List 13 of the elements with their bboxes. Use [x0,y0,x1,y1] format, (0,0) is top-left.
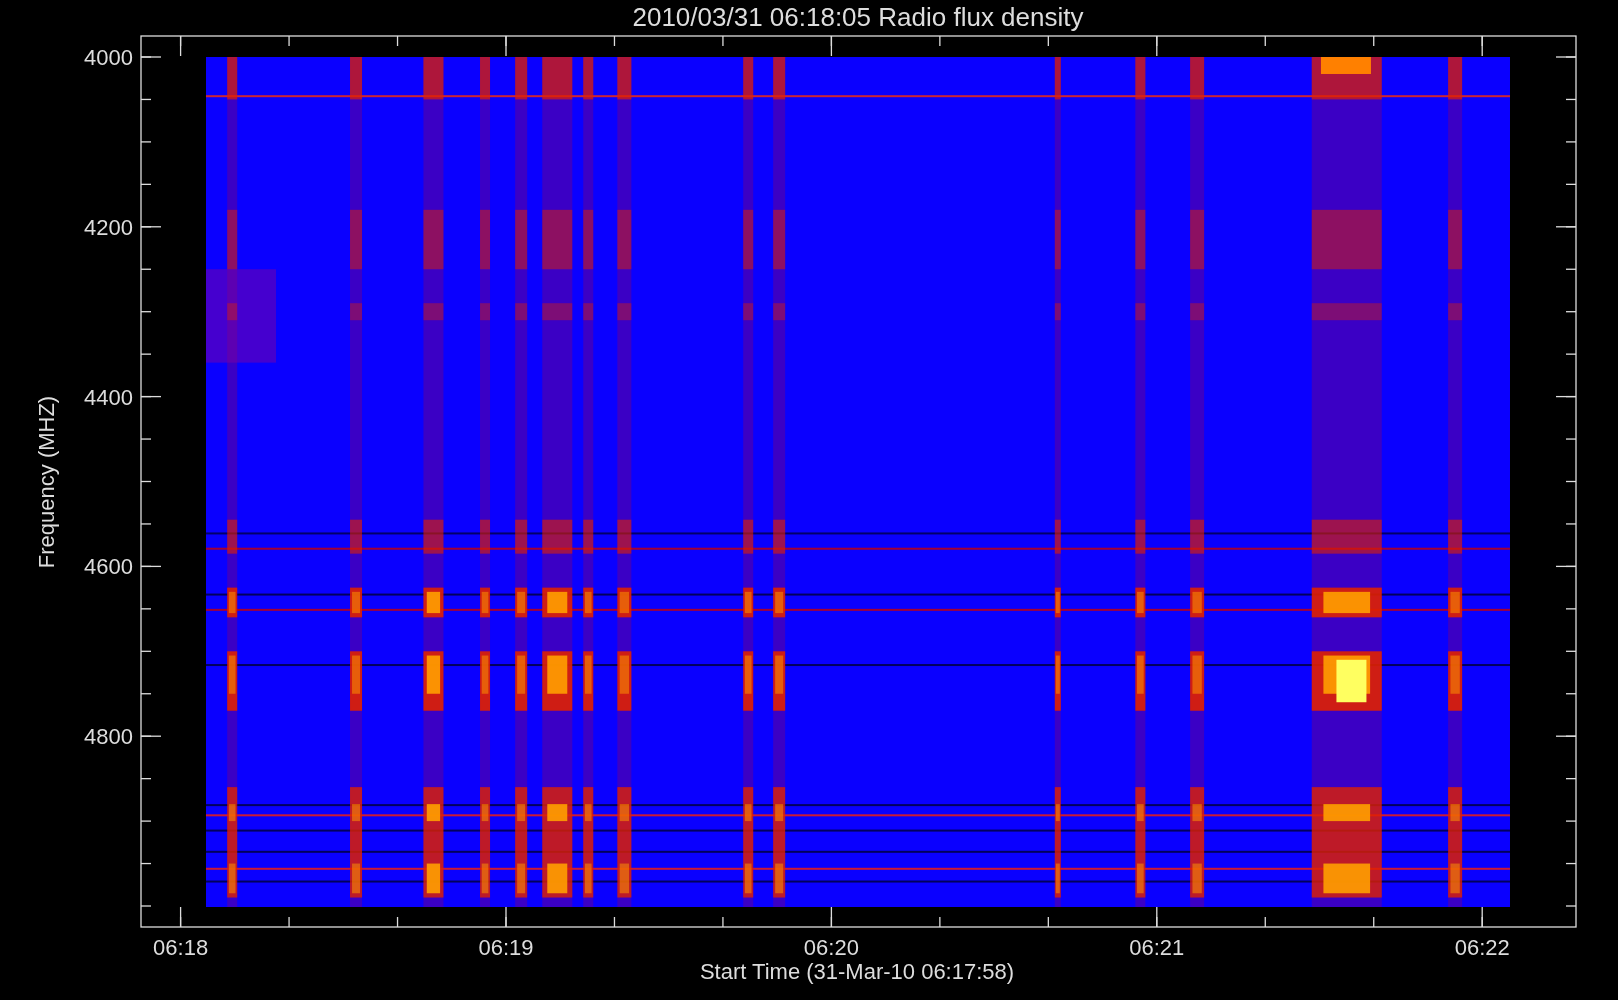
x-tick-label: 06:19 [478,935,534,960]
x-tick-label: 06:22 [1454,935,1510,960]
y-axis-label: Frequency (MHZ) [34,395,59,569]
x-axis-label: Start Time (31-Mar-10 06:17:58) [699,959,1015,984]
y-tick-label: 4200 [84,214,133,240]
y-tick-label: 4600 [84,554,133,580]
y-tick-label: 4000 [84,45,133,70]
x-tick-label: 06:20 [803,935,859,960]
y-tick-label: 4400 [84,384,133,410]
y-tick-label: 4800 [84,724,133,750]
x-tick-label: 06:21 [1129,935,1185,960]
chart-title: 2010/03/31 06:18:05 Radio flux density [632,2,1084,32]
x-tick-label: 06:18 [153,935,209,960]
